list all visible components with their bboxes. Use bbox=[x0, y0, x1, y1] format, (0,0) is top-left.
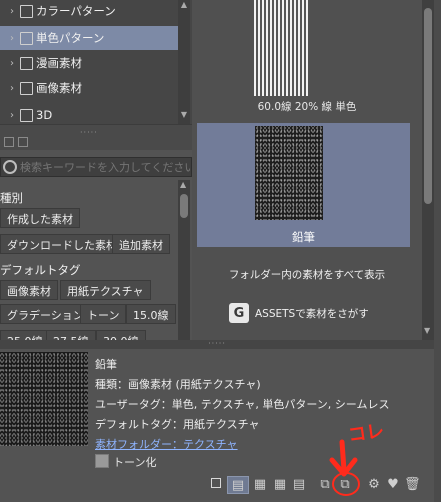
tree-toolbar: ····· bbox=[0, 124, 192, 150]
chevron-right-icon: › bbox=[10, 109, 14, 121]
tree-item-color-pattern[interactable]: › カラーパターン bbox=[0, 0, 178, 23]
tree-item-label: 漫画素材 bbox=[36, 56, 82, 70]
tree-scrollbar[interactable]: ▲ ▼ bbox=[178, 0, 190, 124]
scroll-thumb[interactable] bbox=[424, 8, 432, 204]
grid-view-small-icon[interactable]: ▦ bbox=[271, 476, 289, 494]
folder-link[interactable]: 素材フォルダー：テクスチャ bbox=[95, 436, 238, 452]
detail-kind: 種類：画像素材 (用紙テクスチャ) bbox=[95, 378, 261, 391]
tag-button[interactable]: 30.0線 bbox=[96, 330, 146, 340]
pattern-icon bbox=[20, 31, 33, 45]
show-all-link[interactable]: フォルダー内の素材をすべて表示 bbox=[192, 267, 422, 282]
material-label: 60.0線 20% 線 単色 bbox=[257, 101, 357, 113]
tree-item-3d[interactable]: › 3D bbox=[0, 103, 178, 124]
material-thumbnail[interactable] bbox=[255, 126, 323, 220]
chevron-right-icon: › bbox=[10, 32, 14, 44]
tone-checkbox[interactable] bbox=[95, 454, 109, 468]
tag-button[interactable]: 追加素材 bbox=[112, 234, 170, 254]
material-thumbnail[interactable] bbox=[254, 0, 308, 96]
chevron-right-icon: › bbox=[10, 82, 14, 94]
tree-item-label: 画像素材 bbox=[36, 81, 82, 95]
tag-button[interactable]: 作成した素材 bbox=[0, 208, 80, 228]
add-folder-icon[interactable] bbox=[4, 137, 14, 147]
list-view-icon[interactable]: ▤ bbox=[227, 476, 249, 494]
kind-heading: 種別 bbox=[0, 191, 23, 205]
pattern-icon bbox=[20, 4, 33, 18]
detail-thumbnail bbox=[0, 352, 88, 446]
splitter-handle[interactable]: ····· bbox=[80, 128, 98, 137]
search-bar bbox=[0, 157, 192, 177]
tree-item-label: 単色パターン bbox=[36, 31, 105, 45]
annotation-arrow-icon bbox=[329, 439, 360, 496]
assets-button-label: ASSETSで素材をさがす bbox=[255, 307, 369, 320]
checkbox-toggle-icon[interactable] bbox=[208, 476, 224, 494]
delete-folder-icon[interactable] bbox=[18, 137, 28, 147]
tag-button[interactable]: 用紙テクスチャ bbox=[60, 280, 151, 300]
splitter-dots: ····· bbox=[208, 339, 226, 348]
image-icon bbox=[20, 81, 33, 95]
tree-item-label: カラーパターン bbox=[36, 4, 116, 18]
material-label: 鉛筆 bbox=[292, 230, 315, 244]
material-tree: › カラーパターン › 単色パターン › 漫画素材 › 画像素材 › 3D bbox=[0, 0, 192, 124]
scroll-up-icon[interactable]: ▲ bbox=[180, 180, 186, 189]
tag-button[interactable]: グラデーション bbox=[0, 304, 91, 324]
panel-splitter[interactable]: ····· bbox=[0, 340, 434, 349]
tag-scrollbar[interactable]: ▲ bbox=[178, 180, 190, 340]
tag-button[interactable]: トーン bbox=[80, 304, 127, 324]
tag-button[interactable]: 画像素材 bbox=[0, 280, 58, 300]
search-input[interactable] bbox=[20, 160, 190, 174]
tag-button[interactable]: ダウンロードした素材 bbox=[0, 234, 124, 254]
default-tag-heading: デフォルトタグ bbox=[0, 263, 81, 277]
scroll-down-icon[interactable]: ▼ bbox=[180, 110, 188, 119]
detail-name: 鉛筆 bbox=[95, 358, 117, 371]
assets-search-button[interactable]: G ASSETSで素材をさがす bbox=[229, 302, 369, 324]
chevron-right-icon: › bbox=[10, 5, 14, 17]
tag-button[interactable]: 25.0線 bbox=[0, 330, 50, 340]
grid-view-large-icon[interactable]: ▦ bbox=[251, 476, 269, 494]
scroll-up-icon[interactable]: ▲ bbox=[180, 0, 188, 9]
tree-item-label: 3D bbox=[36, 108, 53, 122]
tree-item-manga[interactable]: › 漫画素材 bbox=[0, 51, 178, 75]
assets-logo-icon: G bbox=[229, 303, 249, 323]
tree-item-mono-pattern[interactable]: › 単色パターン bbox=[0, 26, 178, 50]
search-icon bbox=[3, 160, 17, 174]
detail-default-tags: デフォルトタグ：用紙テクスチャ bbox=[95, 418, 260, 431]
tone-label: トーン化 bbox=[113, 456, 157, 469]
tag-button[interactable]: 15.0線 bbox=[126, 304, 176, 324]
grid-scrollbar[interactable]: ▼ bbox=[422, 0, 434, 340]
tree-item-image[interactable]: › 画像素材 bbox=[0, 76, 178, 100]
tag-button[interactable]: 27.5線 bbox=[46, 330, 96, 340]
chevron-right-icon: › bbox=[10, 57, 14, 69]
tag-panel: 種別 作成した素材 ダウンロードした素材 追加素材 デフォルトタグ 画像素材 用… bbox=[0, 180, 192, 340]
3d-icon bbox=[20, 108, 33, 122]
scroll-thumb[interactable] bbox=[180, 194, 188, 218]
scroll-down-icon[interactable]: ▼ bbox=[424, 326, 430, 335]
detail-user-tags: ユーザータグ：単色, テクスチャ, 単色パターン, シームレス bbox=[95, 398, 390, 411]
detail-view-icon[interactable]: ▤ bbox=[290, 476, 308, 494]
manga-icon bbox=[20, 56, 33, 70]
